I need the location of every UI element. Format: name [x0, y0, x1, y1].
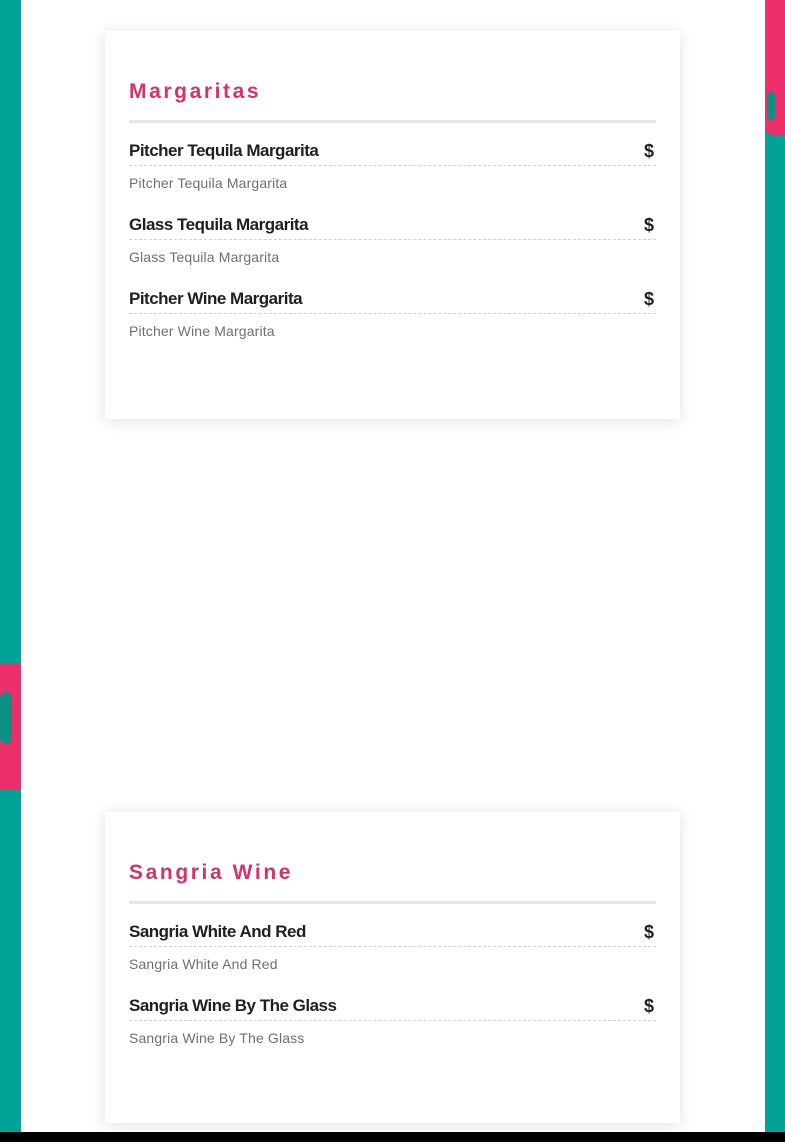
menu-item-header: Pitcher Tequila Margarita $	[129, 141, 656, 166]
menu-item: Pitcher Tequila Margarita $ Pitcher Tequ…	[129, 141, 656, 192]
decorative-brush-stroke	[0, 664, 22, 790]
menu-item: Glass Tequila Margarita $ Glass Tequila …	[129, 215, 656, 266]
item-price: $	[643, 922, 654, 942]
item-description: Pitcher Wine Margarita	[129, 323, 275, 339]
item-description: Sangria Wine By The Glass	[129, 1030, 305, 1046]
item-description: Glass Tequila Margarita	[129, 249, 280, 265]
item-description: Pitcher Tequila Margarita	[129, 175, 288, 191]
bottom-black-strip	[0, 1132, 785, 1142]
menu-item: Sangria White And Red $ Sangria White An…	[129, 922, 656, 973]
item-price: $	[643, 289, 654, 309]
menu-card-margaritas: Margaritas Pitcher Tequila Margarita $ P…	[105, 31, 680, 419]
item-name: Glass Tequila Margarita	[129, 215, 309, 234]
menu-list: Sangria White And Red $ Sangria White An…	[129, 922, 656, 1047]
menu-list: Pitcher Tequila Margarita $ Pitcher Tequ…	[129, 141, 656, 340]
item-price: $	[643, 996, 654, 1016]
menu-item-header: Glass Tequila Margarita $	[129, 215, 656, 240]
menu-item: Sangria Wine By The Glass $ Sangria Wine…	[129, 996, 656, 1047]
menu-item-header: Pitcher Wine Margarita $	[129, 289, 656, 314]
decorative-brush-stroke	[763, 0, 785, 136]
menu-item: Pitcher Wine Margarita $ Pitcher Wine Ma…	[129, 289, 656, 340]
section-title: Sangria Wine	[129, 860, 656, 904]
item-price: $	[643, 215, 654, 235]
menu-item-header: Sangria Wine By The Glass $	[129, 996, 656, 1021]
item-name: Pitcher Wine Margarita	[129, 289, 303, 308]
menu-item-header: Sangria White And Red $	[129, 922, 656, 947]
item-name: Sangria White And Red	[129, 922, 306, 941]
item-name: Pitcher Tequila Margarita	[129, 141, 319, 160]
menu-card-sangria-wine: Sangria Wine Sangria White And Red $ San…	[105, 812, 680, 1123]
item-price: $	[643, 141, 654, 161]
section-title: Margaritas	[129, 79, 656, 123]
item-description: Sangria White And Red	[129, 956, 278, 972]
item-name: Sangria Wine By The Glass	[129, 996, 337, 1015]
